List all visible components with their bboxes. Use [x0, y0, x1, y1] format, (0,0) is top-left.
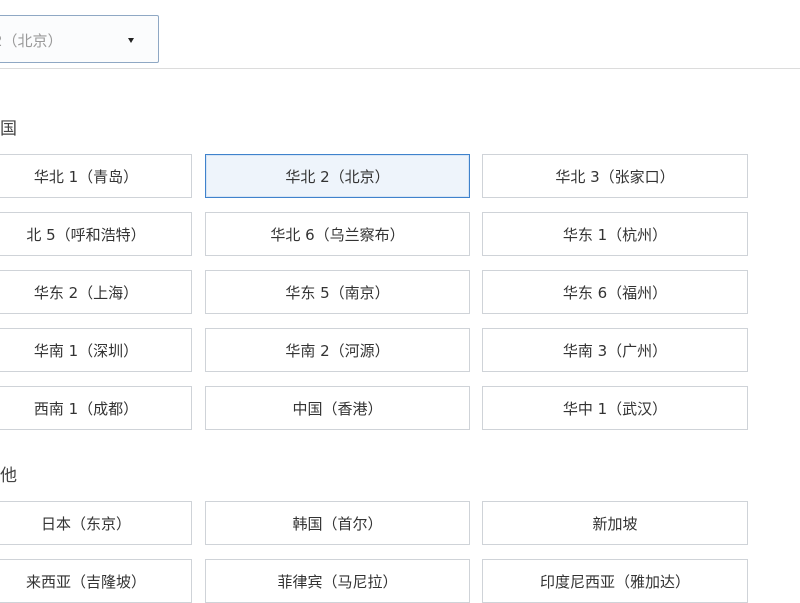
- region-option[interactable]: 华北 3（张家口）: [482, 154, 748, 198]
- caret-down-icon: [128, 38, 134, 43]
- region-option-selected[interactable]: 华北 2（北京）: [205, 154, 470, 198]
- region-option[interactable]: 华北 1（青岛）: [0, 154, 192, 198]
- region-option[interactable]: 西南 1（成都）: [0, 386, 192, 430]
- region-option[interactable]: 来西亚（吉隆坡）: [0, 559, 192, 603]
- divider: [0, 68, 800, 69]
- region-option[interactable]: 韩国（首尔）: [205, 501, 470, 545]
- region-option[interactable]: 华东 1（杭州）: [482, 212, 748, 256]
- region-option[interactable]: 华南 2（河源）: [205, 328, 470, 372]
- region-option[interactable]: 中国（香港）: [205, 386, 470, 430]
- region-option[interactable]: 新加坡: [482, 501, 748, 545]
- region-dropdown[interactable]: 2（北京）: [0, 15, 159, 63]
- region-option[interactable]: 华东 6（福州）: [482, 270, 748, 314]
- region-option[interactable]: 菲律宾（马尼拉）: [205, 559, 470, 603]
- region-option[interactable]: 华东 5（南京）: [205, 270, 470, 314]
- region-option[interactable]: 华中 1（武汉）: [482, 386, 748, 430]
- section-heading-other: 他: [0, 466, 17, 486]
- region-option[interactable]: 华南 1（深圳）: [0, 328, 192, 372]
- region-option[interactable]: 华南 3（广州）: [482, 328, 748, 372]
- region-option[interactable]: 北 5（呼和浩特）: [0, 212, 192, 256]
- section-heading-china: 国: [0, 119, 17, 139]
- region-option[interactable]: 华北 6（乌兰察布）: [205, 212, 470, 256]
- region-option[interactable]: 日本（东京）: [0, 501, 192, 545]
- region-option[interactable]: 华东 2（上海）: [0, 270, 192, 314]
- region-option[interactable]: 印度尼西亚（雅加达）: [482, 559, 748, 603]
- region-dropdown-value: 2（北京）: [0, 32, 63, 50]
